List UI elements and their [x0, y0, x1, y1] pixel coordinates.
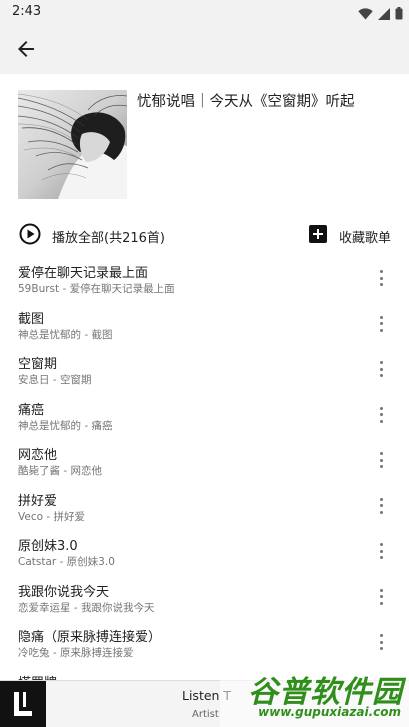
song-item[interactable]: 空窗期 安息日 - 空窗期: [0, 347, 409, 393]
song-subtitle: 酷毙了酱 - 网恋他: [18, 465, 102, 477]
song-title: 截图: [18, 311, 45, 327]
song-item[interactable]: 我跟你说我今天 恋爱幸运星 - 我跟你说我今天: [0, 575, 409, 621]
more-vert-icon[interactable]: [373, 496, 389, 516]
more-vert-icon[interactable]: [373, 268, 389, 288]
song-subtitle: Catstar - 原创妹3.0: [18, 556, 115, 568]
more-vert-icon[interactable]: [373, 541, 389, 561]
status-time: 2:43: [12, 4, 42, 19]
watermark-url: www.gupuxiazai.com: [258, 705, 401, 719]
playlist-header: 忧郁说唱｜今天从《空窗期》听起: [0, 74, 409, 216]
mini-player-artwork[interactable]: [0, 681, 46, 727]
song-subtitle: 冷吃兔 - 原来脉搏连接爱: [18, 647, 134, 659]
collect-playlist-label: 收藏歌单: [338, 230, 391, 246]
song-subtitle: Veco - 拼好爱: [18, 510, 85, 523]
app-bar: [0, 24, 409, 74]
song-title: 网恋他: [18, 448, 58, 463]
song-subtitle: 安息日 - 空窗期: [18, 374, 92, 386]
song-title: 爱停在聊天记录最上面: [18, 266, 149, 281]
song-title: 拼好爱: [18, 493, 58, 509]
play-all-label: 播放全部(共216首): [52, 230, 165, 246]
song-item[interactable]: 原创妹3.0 Catstar - 原创妹3.0: [0, 529, 409, 575]
song-list: 爱停在聊天记录最上面 59Burst - 爱停在聊天记录最上面 截图 神总是忧郁…: [0, 256, 409, 680]
song-title: 隐痛（原来脉搏连接爱）: [18, 630, 162, 645]
more-vert-icon[interactable]: [373, 632, 389, 652]
playlist-title: 忧郁说唱｜今天从《空窗期》听起: [137, 94, 355, 110]
song-item[interactable]: 拼好爱 Veco - 拼好爱: [0, 484, 409, 530]
song-item[interactable]: 截图 神总是忧郁的 - 截图: [0, 302, 409, 348]
playlist-actions: 播放全部(共216首) 收藏歌单: [0, 216, 409, 256]
song-title: 原创妹3.0: [18, 539, 78, 554]
arrow-left-icon: [14, 41, 38, 65]
status-bar: 2:43: [0, 0, 409, 24]
more-vert-icon[interactable]: [373, 450, 389, 470]
more-vert-icon[interactable]: [373, 314, 389, 334]
wifi-icon: [358, 5, 373, 24]
more-vert-icon[interactable]: [373, 405, 389, 425]
battery-icon: [395, 5, 403, 24]
watermark: 谷普软件园 www.gupuxiazai.com: [220, 663, 409, 727]
system-icons: [358, 5, 403, 24]
song-item[interactable]: 隐痛（原来脉搏连接爱） 冷吃兔 - 原来脉搏连接爱: [0, 620, 409, 666]
song-item[interactable]: 网恋他 酷毙了酱 - 网恋他: [0, 438, 409, 484]
back-button[interactable]: [14, 37, 38, 61]
playlist-cover: [18, 90, 127, 199]
add-box-icon: [308, 224, 328, 248]
app-logo-icon: [0, 681, 46, 727]
mini-player-artist: Artist: [192, 709, 219, 720]
song-title: 痛癌: [18, 402, 45, 418]
song-item[interactable]: 爱停在聊天记录最上面 59Burst - 爱停在聊天记录最上面: [0, 256, 409, 302]
song-title: 我跟你说我今天: [18, 584, 110, 600]
song-subtitle: 神总是忧郁的 - 痛癌: [18, 419, 113, 432]
play-all-button[interactable]: 播放全部(共216首): [19, 223, 165, 249]
song-title: 空窗期: [18, 357, 58, 372]
song-title: 塔罗牌: [18, 672, 57, 681]
song-subtitle: 恋爱幸运星 - 我跟你说我今天: [18, 601, 155, 614]
more-vert-icon[interactable]: [373, 359, 389, 379]
signal-icon: [378, 5, 390, 24]
more-vert-icon[interactable]: [373, 587, 389, 607]
play-circle-icon: [19, 223, 41, 249]
collect-playlist-button[interactable]: 收藏歌单: [308, 225, 391, 247]
song-item[interactable]: 痛癌 神总是忧郁的 - 痛癌: [0, 393, 409, 439]
song-subtitle: 神总是忧郁的 - 截图: [18, 328, 113, 341]
song-subtitle: 59Burst - 爱停在聊天记录最上面: [18, 283, 175, 295]
